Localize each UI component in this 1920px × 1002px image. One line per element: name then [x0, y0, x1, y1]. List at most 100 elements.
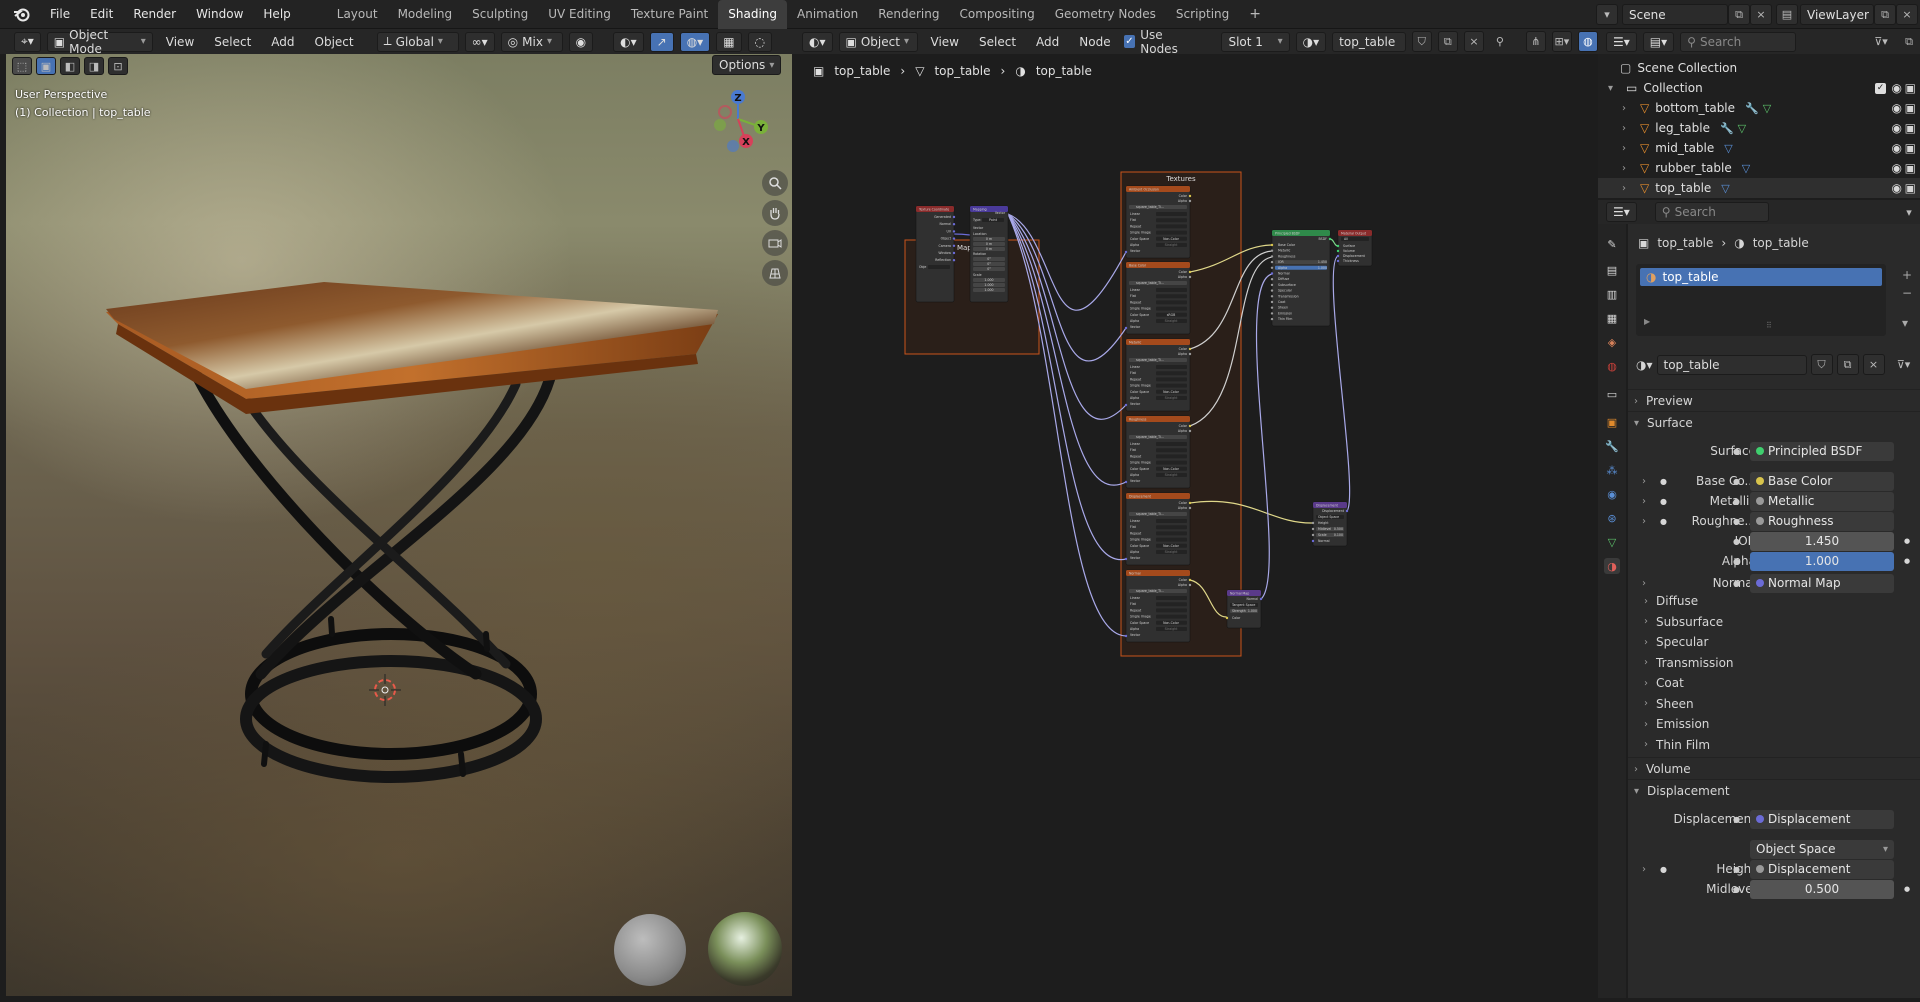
- chevron-right-icon[interactable]: ›: [1642, 496, 1646, 507]
- input-socket-icon[interactable]: [1270, 306, 1274, 309]
- input-socket-icon[interactable]: [1336, 249, 1340, 253]
- camera-icon[interactable]: ▣: [1905, 161, 1916, 175]
- output-socket-icon[interactable]: [1345, 509, 1349, 513]
- field-value[interactable]: Metallic: [1750, 491, 1894, 511]
- texture-option-field[interactable]: [1156, 218, 1187, 223]
- new-collection-icon[interactable]: ⧉: [1898, 31, 1920, 52]
- vector-socket-icon[interactable]: [1124, 250, 1128, 254]
- chevron-right-icon[interactable]: ›: [1642, 476, 1646, 487]
- wireframe-shading-button[interactable]: ◌: [747, 31, 773, 52]
- particles-tab-icon[interactable]: ⁂: [1604, 462, 1620, 478]
- alpha-socket-icon[interactable]: [1188, 583, 1192, 587]
- vector-socket-icon[interactable]: [1124, 634, 1128, 638]
- camera-icon[interactable]: ▣: [1905, 141, 1916, 155]
- input-socket-icon[interactable]: [1336, 259, 1340, 263]
- chevron-right-icon[interactable]: ›: [1622, 103, 1634, 114]
- resize-handle-icon[interactable]: ⠿: [1766, 321, 1772, 330]
- color-socket-icon[interactable]: [1188, 270, 1192, 274]
- input-socket-icon[interactable]: [1270, 283, 1274, 287]
- section-preview[interactable]: › Preview: [1634, 394, 1693, 408]
- tab-rendering[interactable]: Rendering: [868, 0, 949, 29]
- new-scene-button[interactable]: ⧉: [1728, 4, 1750, 25]
- editor-type-button[interactable]: ☰▾: [1606, 202, 1637, 222]
- keyframe-dot-icon[interactable]: ●: [1904, 537, 1910, 545]
- output-socket-icon[interactable]: [1259, 597, 1263, 601]
- viewport-menu-add[interactable]: Add: [264, 35, 301, 49]
- delete-view-layer-button[interactable]: ×: [1896, 4, 1918, 25]
- color-socket-icon[interactable]: [1188, 424, 1192, 428]
- fake-user-shield-icon[interactable]: ⛉: [1810, 354, 1833, 375]
- menu-file[interactable]: File: [40, 0, 80, 29]
- color-socket-icon[interactable]: [1188, 347, 1192, 351]
- xray-button[interactable]: ▦: [716, 31, 742, 52]
- proportional-edit-button[interactable]: ◉: [568, 31, 594, 52]
- input-socket-icon[interactable]: [1311, 521, 1315, 525]
- grid-perspective-icon[interactable]: [762, 260, 788, 286]
- image-texture-node-metallic[interactable]: MetallicColorAlphasquare_table_Ti...Line…: [1124, 338, 1192, 412]
- pivot-button[interactable]: ∞▾: [464, 31, 495, 52]
- node-graph[interactable]: Mapping Textures Texture Coordinate Gener…: [800, 54, 1594, 998]
- alpha-socket-icon[interactable]: [1188, 199, 1192, 203]
- subsection-coat[interactable]: › Coat: [1644, 676, 1684, 690]
- input-socket-icon[interactable]: [1311, 533, 1315, 537]
- number-field[interactable]: 1.000: [1750, 551, 1894, 571]
- texture-option-field[interactable]: [1156, 442, 1187, 446]
- subsection-specular[interactable]: › Specular: [1644, 635, 1708, 649]
- image-texture-node-base-color[interactable]: Base ColorColorAlphasquare_table_Ti...Li…: [1124, 261, 1192, 335]
- camera-icon[interactable]: ▣: [1905, 81, 1916, 95]
- overlay-toggle-button[interactable]: ◍▾: [679, 31, 711, 52]
- texture-option-field[interactable]: [1156, 377, 1187, 382]
- scene-tab-icon[interactable]: ◈: [1604, 334, 1620, 350]
- texture-option-field[interactable]: [1156, 306, 1187, 311]
- eye-icon[interactable]: ◉: [1892, 161, 1902, 175]
- object-picker[interactable]: [928, 265, 950, 269]
- snap-mix-selector[interactable]: ◎ Mix ▾: [500, 31, 563, 52]
- breadcrumb-material[interactable]: top_table: [1036, 64, 1092, 78]
- outliner-item-rubber-table[interactable]: › ▽ rubber_table ▽ ◉ ▣: [1598, 158, 1920, 178]
- view-layer-selector[interactable]: ViewLayer: [1800, 4, 1874, 25]
- texture-coordinate-node[interactable]: Texture CoordinateGeneratedNormalUVObjec…: [915, 205, 956, 303]
- breadcrumb-mesh[interactable]: top_table: [934, 64, 990, 78]
- scene-selector[interactable]: Scene: [1622, 4, 1728, 25]
- input-socket-icon[interactable]: [1311, 527, 1315, 531]
- subsection-transmission[interactable]: › Transmission: [1644, 656, 1734, 670]
- play-icon[interactable]: ▶: [1644, 317, 1650, 326]
- keyframe-dot-icon[interactable]: ●: [1904, 557, 1910, 565]
- field-value[interactable]: Displacement: [1750, 809, 1894, 829]
- subsection-subsurface[interactable]: › Subsurface: [1644, 615, 1723, 629]
- eye-icon[interactable]: ◉: [1892, 101, 1902, 115]
- node-editor-canvas[interactable]: Mapping Textures Texture Coordinate Gener…: [800, 54, 1594, 998]
- camera-icon[interactable]: ▣: [1905, 181, 1916, 195]
- displacement-node[interactable]: Displacement Displacement Object Space Heig…: [1311, 501, 1349, 547]
- scene-icon[interactable]: ▾: [1596, 4, 1618, 25]
- eye-icon[interactable]: ◉: [1892, 81, 1902, 95]
- input-socket-icon[interactable]: [1270, 295, 1274, 298]
- material-browse-icon[interactable]: ◑▾: [1636, 358, 1653, 372]
- snap-target-icon[interactable]: ⊞▾: [1551, 31, 1572, 52]
- texture-option-field[interactable]: [1156, 614, 1187, 619]
- checkbox-icon[interactable]: ✓: [1875, 82, 1886, 94]
- texture-option-field[interactable]: [1156, 596, 1187, 600]
- use-nodes-toggle[interactable]: ✓ Use Nodes: [1123, 28, 1198, 56]
- number-field[interactable]: 0.500: [1750, 879, 1894, 899]
- chevron-right-icon[interactable]: ›: [1642, 578, 1646, 589]
- tab-animation[interactable]: Animation: [787, 0, 868, 29]
- view-layer-icon[interactable]: ▤: [1776, 4, 1798, 25]
- view-layer-tab-icon[interactable]: ▦: [1604, 310, 1620, 326]
- collection-row[interactable]: ▾ ▭ Collection ✓ ◉ ▣: [1598, 78, 1920, 98]
- filter-icon[interactable]: ⊽▾: [1870, 31, 1892, 52]
- pin-icon[interactable]: ⚲: [1490, 31, 1510, 52]
- input-socket-icon[interactable]: [1336, 254, 1340, 258]
- texture-option-field[interactable]: [1156, 537, 1187, 542]
- image-texture-node-roughness[interactable]: RoughnessColorAlphasquare_table_Ti...Lin…: [1124, 415, 1192, 489]
- outliner-item-bottom-table[interactable]: › ▽ bottom_table 🔧 ▽ ◉ ▣: [1598, 98, 1920, 118]
- image-texture-node-ambient-occlusion[interactable]: Ambient OcclusionColorAlphasquare_table_…: [1124, 185, 1192, 259]
- input-socket-icon[interactable]: [1270, 289, 1274, 292]
- output-tab-icon[interactable]: ▥: [1604, 286, 1620, 302]
- properties-search-input[interactable]: ⚲ Search: [1654, 202, 1769, 222]
- color-socket-icon[interactable]: [1188, 501, 1192, 505]
- input-socket-icon[interactable]: [1270, 255, 1274, 258]
- output-socket-icon[interactable]: [952, 237, 956, 240]
- field-value[interactable]: Normal Map: [1750, 573, 1894, 593]
- texture-option-field[interactable]: [1156, 288, 1187, 292]
